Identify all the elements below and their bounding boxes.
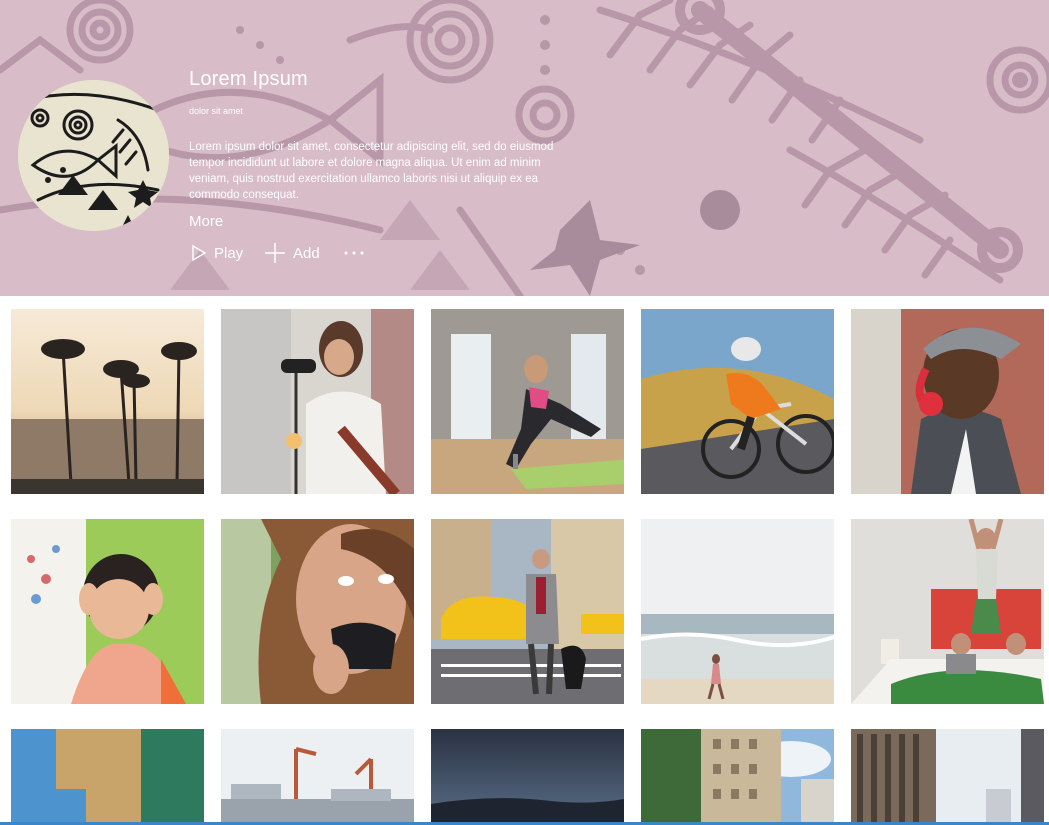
album-art-image [18,80,169,231]
album-subtitle: dolor sit amet [189,106,244,116]
tile-image [431,309,624,494]
tile-image [221,519,414,704]
album-header: Lorem Ipsum dolor sit amet Lorem ipsum d… [0,0,1049,296]
album-art [18,80,169,231]
tile-image [221,729,414,825]
tile-image [851,729,1044,825]
grid-tile[interactable] [11,729,204,825]
more-link[interactable]: More [189,213,223,230]
play-icon [192,244,207,262]
play-button[interactable]: Play [191,240,243,266]
tile-image [11,309,204,494]
more-options-button[interactable] [343,240,365,266]
tile-image [431,519,624,704]
plus-icon [265,243,285,263]
grid-tile[interactable] [851,519,1044,704]
grid-tile[interactable] [431,729,624,825]
grid-tile[interactable] [11,519,204,704]
grid-tile[interactable] [851,729,1044,825]
tile-image [641,309,834,494]
tile-image [11,729,204,825]
grid-tile[interactable] [221,729,414,825]
grid-tile[interactable] [221,309,414,494]
ellipsis-icon [344,251,364,255]
album-title: Lorem Ipsum [189,68,308,90]
add-button[interactable]: Add [264,240,320,266]
play-label: Play [214,244,244,262]
tile-image [431,729,624,825]
tile-image [11,519,204,704]
media-grid [0,296,1049,825]
album-description: Lorem ipsum dolor sit amet, consectetur … [189,141,554,201]
grid-tile[interactable] [641,309,834,494]
tile-image [641,519,834,704]
grid-tile[interactable] [851,309,1044,494]
grid-tile[interactable] [431,519,624,704]
grid-tile[interactable] [641,729,834,825]
tile-image [221,309,414,494]
tile-image [851,519,1044,704]
grid-tile[interactable] [431,309,624,494]
tile-image [641,729,834,825]
tile-image [851,309,1044,494]
grid-tile[interactable] [641,519,834,704]
add-label: Add [293,244,320,262]
grid-tile[interactable] [221,519,414,704]
grid-tile[interactable] [11,309,204,494]
